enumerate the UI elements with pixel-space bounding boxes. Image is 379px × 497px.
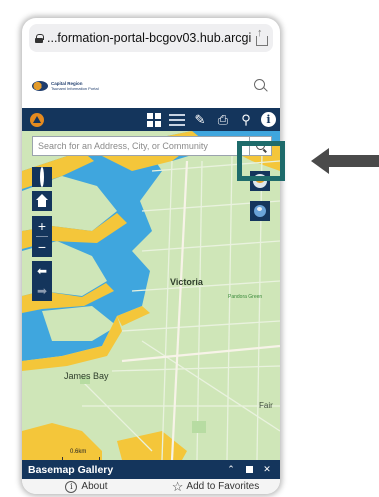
info-circle-icon: i	[65, 480, 78, 493]
home-icon[interactable]	[32, 191, 52, 211]
about-label: About	[81, 481, 108, 492]
close-icon[interactable]: ✕	[260, 464, 274, 475]
site-logo[interactable]: Capital Region Tsunami Information Porta…	[32, 81, 99, 91]
map-label-victoria: Victoria	[170, 277, 203, 287]
url-text[interactable]: ...formation-portal-bcgov03.hub.arcgis.c…	[47, 31, 251, 45]
forward-arrow-icon[interactable]: ➡	[32, 281, 52, 301]
site-header: Capital Region Tsunami Information Porta…	[22, 66, 280, 106]
route-icon[interactable]: ⚲	[238, 112, 254, 128]
history-control: ⬅ ➡	[32, 261, 52, 301]
address-search-input[interactable]	[32, 136, 250, 156]
locate-control[interactable]	[32, 167, 52, 187]
grid-icon[interactable]	[146, 112, 162, 128]
locate-icon[interactable]	[32, 167, 52, 187]
logo-mark-icon	[32, 81, 48, 91]
about-link[interactable]: i About	[22, 480, 151, 493]
list-icon[interactable]	[169, 112, 185, 128]
globe-icon	[254, 205, 266, 217]
map-toolbar: ✎ ⎙ ⚲ i	[22, 108, 280, 131]
globe-button[interactable]	[250, 201, 270, 221]
page: ...formation-portal-bcgov03.hub.arcgis.c…	[0, 0, 379, 497]
address-search	[32, 136, 272, 156]
zoom-control: + −	[32, 216, 52, 257]
star-icon: ☆	[171, 478, 184, 494]
basemap-gallery-title: Basemap Gallery	[28, 463, 114, 476]
basemap-gallery-bar[interactable]: Basemap Gallery ⌃ ✕	[22, 460, 280, 479]
scale-bar: 0.6km	[61, 449, 101, 460]
phone-frame: ...formation-portal-bcgov03.hub.arcgis.c…	[22, 18, 280, 494]
share-icon[interactable]	[255, 27, 268, 46]
back-arrow-icon[interactable]: ⬅	[32, 261, 52, 281]
print-icon[interactable]: ⎙	[215, 112, 231, 128]
header-search-icon[interactable]	[254, 79, 268, 93]
zoom-in-button[interactable]: +	[32, 216, 52, 236]
home-control[interactable]	[32, 191, 52, 211]
add-favorites-link[interactable]: ☆ Add to Favorites	[151, 478, 280, 494]
map-label-pandora: Pandora Green	[228, 294, 263, 300]
maximize-icon[interactable]	[242, 465, 256, 475]
footer-bar: i About ☆ Add to Favorites	[22, 479, 280, 494]
zoom-out-button[interactable]: −	[32, 237, 52, 257]
pointer-arrow-icon	[311, 148, 379, 174]
favorites-label: Add to Favorites	[186, 481, 260, 492]
app-logo-icon[interactable]	[30, 112, 44, 127]
logo-line2: Tsunami Information Portal	[51, 86, 99, 91]
info-icon[interactable]: i	[261, 112, 276, 127]
pencil-icon[interactable]: ✎	[192, 112, 208, 128]
map-label-fair: Fair	[259, 401, 273, 410]
browser-url-bar[interactable]: ...formation-portal-bcgov03.hub.arcgis.c…	[29, 24, 273, 52]
highlight-box	[237, 141, 285, 181]
lock-icon	[35, 33, 44, 43]
collapse-icon[interactable]: ⌃	[224, 464, 238, 475]
map-label-james-bay: James Bay	[64, 371, 109, 381]
